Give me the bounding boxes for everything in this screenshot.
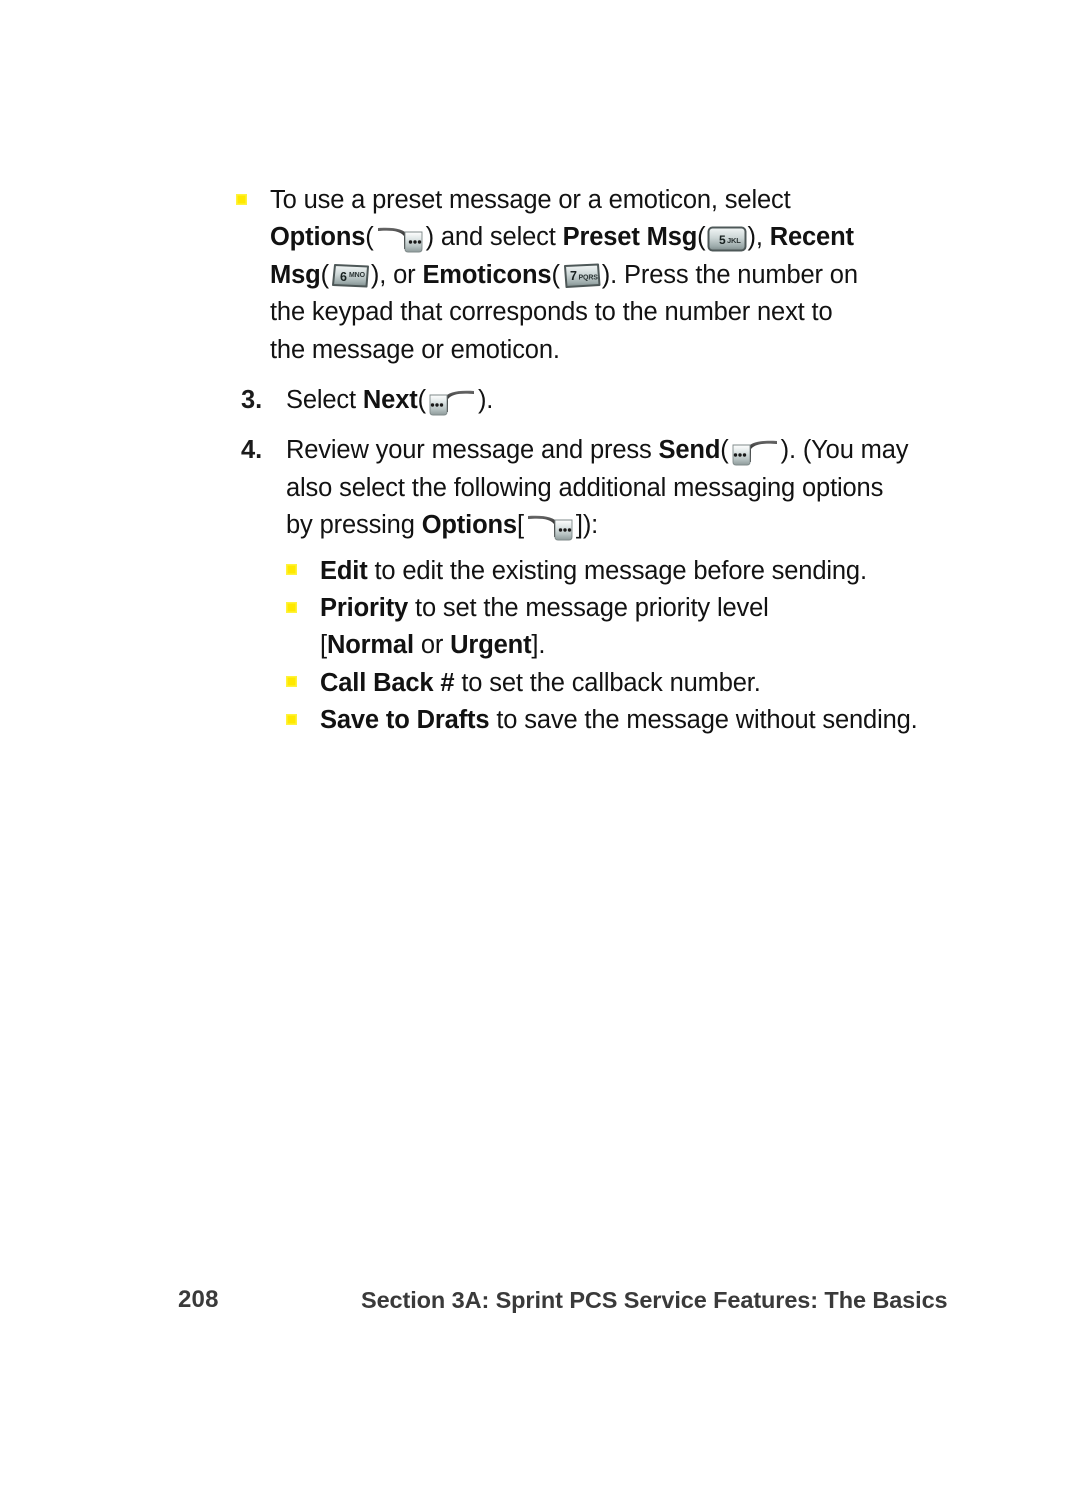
- step-number: 3.: [241, 386, 263, 415]
- square-bullet-icon: [286, 601, 297, 613]
- left-softkey-icon: [426, 386, 478, 416]
- svg-text:6: 6: [340, 270, 347, 284]
- svg-text:5: 5: [719, 233, 726, 247]
- list-item: Edit to edit the existing message before…: [286, 553, 936, 590]
- list-item: Priority to set the message priority lev…: [286, 590, 936, 665]
- paragraph-line: the message or emoticon.: [270, 335, 560, 364]
- step-number: 4.: [241, 436, 263, 465]
- paragraph-line: Priority to set the message priority lev…: [320, 594, 769, 623]
- keypad-key-5-icon: 5 JKL: [706, 225, 748, 253]
- svg-text:JKL: JKL: [727, 236, 741, 245]
- paragraph-line: Select Next().: [286, 386, 494, 416]
- paragraph-line: the keypad that corresponds to the numbe…: [270, 298, 833, 327]
- document-page: To use a preset message or a emoticon, s…: [0, 0, 1080, 1496]
- paragraph-line: Edit to edit the existing message before…: [320, 556, 867, 585]
- paragraph-line: To use a preset message or a emoticon, s…: [270, 186, 791, 214]
- list-item: 4. Review your message and press Send()…: [236, 432, 936, 544]
- paragraph-line: Call Back # to set the callback number.: [320, 668, 761, 697]
- paragraph-line: Options() and select Preset Msg(5 JKL …: [270, 223, 854, 253]
- paragraph-line: [Normal or Urgent].: [320, 631, 546, 660]
- paragraph-line: by pressing Options[]):: [286, 511, 599, 541]
- keypad-key-6-icon: 6 MNO: [329, 262, 371, 290]
- page-footer: 208 Section 3A: Sprint PCS Service Featu…: [0, 1286, 1080, 1326]
- square-bullet-icon: [286, 676, 297, 688]
- svg-text:PQRS: PQRS: [578, 275, 598, 282]
- svg-text:7: 7: [570, 269, 577, 283]
- left-softkey-icon: [729, 436, 781, 466]
- page-content: To use a preset message or a emoticon, s…: [236, 182, 936, 740]
- footer-section-title: Section 3A: Sprint PCS Service Features:…: [361, 1287, 948, 1313]
- square-bullet-icon: [236, 193, 247, 205]
- svg-text:MNO: MNO: [349, 272, 366, 279]
- paragraph-line: Save to Drafts to save the message witho…: [320, 706, 918, 735]
- keypad-key-7-icon: 7 PQRS: [560, 262, 602, 290]
- paragraph-line: Review your message and press Send(). (…: [286, 436, 909, 466]
- page-number: 208: [178, 1286, 219, 1313]
- square-bullet-icon: [286, 713, 297, 725]
- paragraph-line: also select the following additional mes…: [286, 473, 884, 502]
- square-bullet-icon: [286, 564, 297, 576]
- paragraph-line: Msg( 6 MNO ), or Emoticons(7 PQRS). Pr…: [270, 260, 858, 290]
- list-item: 3. Select Next().: [236, 382, 936, 419]
- right-softkey-icon: [524, 511, 576, 541]
- list-item: Call Back # to set the callback number.: [286, 665, 936, 702]
- right-softkey-icon: [374, 223, 426, 253]
- list-item: To use a preset message or a emoticon, s…: [236, 182, 936, 369]
- list-item: Save to Drafts to save the message witho…: [286, 702, 936, 739]
